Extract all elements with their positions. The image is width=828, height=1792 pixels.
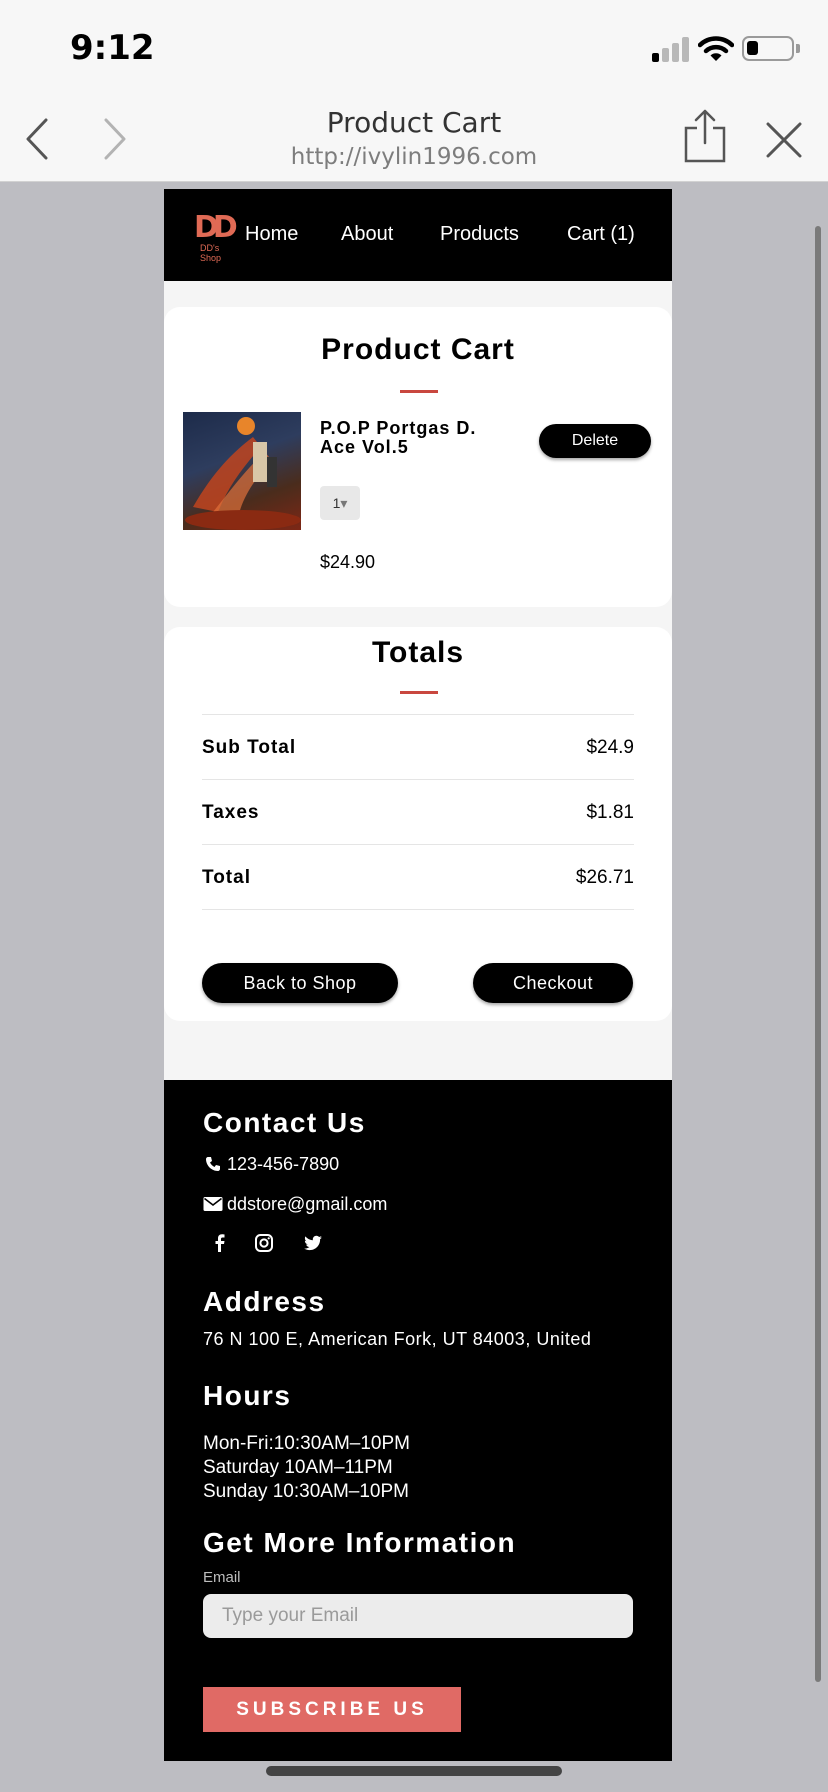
delete-button[interactable]: Delete <box>539 424 651 458</box>
hours-heading: Hours <box>203 1380 292 1411</box>
status-time: 9:12 <box>70 28 155 68</box>
wifi-icon <box>698 36 734 61</box>
product-cart-card: Product Cart P.O.P Portgas D. Ace Vol.5 … <box>164 307 672 607</box>
totals-divider <box>400 691 438 694</box>
nav-cart[interactable]: Cart (1) <box>567 223 635 246</box>
taxes-label: Taxes <box>202 802 260 823</box>
home-indicator[interactable] <box>266 1766 562 1776</box>
back-to-shop-button[interactable]: Back to Shop <box>202 963 398 1003</box>
battery-tip <box>796 44 800 53</box>
product-name[interactable]: P.O.P Portgas D. Ace Vol.5 <box>320 419 510 457</box>
email-address: ddstore@gmail.com <box>227 1194 388 1214</box>
total-label: Total <box>202 867 251 888</box>
close-icon[interactable] <box>764 120 804 160</box>
logo-mark: DD <box>194 210 238 245</box>
phone-number: 123-456-7890 <box>227 1154 340 1174</box>
nav-products[interactable]: Products <box>440 223 519 246</box>
totals-row: Sub Total $24.9 <box>202 714 634 779</box>
totals-bottom-divider <box>202 909 634 910</box>
twitter-icon[interactable] <box>303 1233 323 1253</box>
totals-card: Totals Sub Total $24.9 Taxes $1.81 Total… <box>164 627 672 1021</box>
hours-line: Saturday 10AM–11PM <box>203 1457 393 1478</box>
hours-line: Mon-Fri:10:30AM–10PM <box>203 1433 410 1454</box>
scrollbar[interactable] <box>815 226 821 1682</box>
nav-home[interactable]: Home <box>245 223 298 246</box>
hours-line: Sunday 10:30AM–10PM <box>203 1481 409 1502</box>
site-header: DD DD's Shop Home About Products Cart (1… <box>164 189 672 281</box>
email-line[interactable]: ddstore@gmail.com <box>203 1194 387 1215</box>
facebook-icon[interactable] <box>210 1233 230 1253</box>
title-divider <box>400 390 438 393</box>
battery-icon <box>742 36 794 61</box>
address-text: 76 N 100 E, American Fork, UT 84003, Uni… <box>203 1329 592 1349</box>
status-bar: 9:12 <box>0 0 828 96</box>
subtotal-label: Sub Total <box>202 737 297 758</box>
taxes-value: $1.81 <box>586 802 634 823</box>
totals-row: Total $26.71 <box>202 844 634 909</box>
phone-icon <box>206 1157 220 1171</box>
product-price: $24.90 <box>320 552 376 572</box>
product-image <box>183 412 301 530</box>
totals-row: Taxes $1.81 <box>202 779 634 844</box>
cart-title: Product Cart <box>321 333 515 366</box>
logo-text: DD's Shop <box>200 243 222 263</box>
site-footer: Contact Us 123-456-7890 ddstore@gmail.co… <box>164 1080 672 1761</box>
dropdown-arrow-icon: ▾ <box>340 495 348 511</box>
logo[interactable]: DD DD's Shop <box>194 210 242 264</box>
subscribe-button[interactable]: SUBSCRIBE US <box>203 1687 461 1732</box>
totals-title: Totals <box>371 636 465 669</box>
envelope-icon <box>203 1197 223 1211</box>
signal-icon <box>652 36 692 62</box>
address-heading: Address <box>203 1286 326 1317</box>
instagram-icon[interactable] <box>254 1233 274 1253</box>
hours-list: Mon-Fri:10:30AM–10PM Saturday 10AM–11PM … <box>203 1432 410 1504</box>
nav-about[interactable]: About <box>341 223 393 246</box>
info-heading: Get More Information <box>203 1527 517 1558</box>
total-value: $26.71 <box>575 867 634 888</box>
browser-nav-bar: Product Cart http://ivylin1996.com <box>0 96 828 182</box>
checkout-button[interactable]: Checkout <box>473 963 633 1003</box>
email-field[interactable] <box>203 1594 633 1638</box>
share-icon[interactable] <box>682 108 728 164</box>
email-field-label: Email <box>203 1569 241 1586</box>
phone-line[interactable]: 123-456-7890 <box>203 1154 339 1175</box>
web-page: DD DD's Shop Home About Products Cart (1… <box>164 189 672 1761</box>
quantity-select[interactable]: 1▾ <box>320 486 360 520</box>
contact-heading: Contact Us <box>203 1107 366 1138</box>
subtotal-value: $24.9 <box>586 737 634 758</box>
